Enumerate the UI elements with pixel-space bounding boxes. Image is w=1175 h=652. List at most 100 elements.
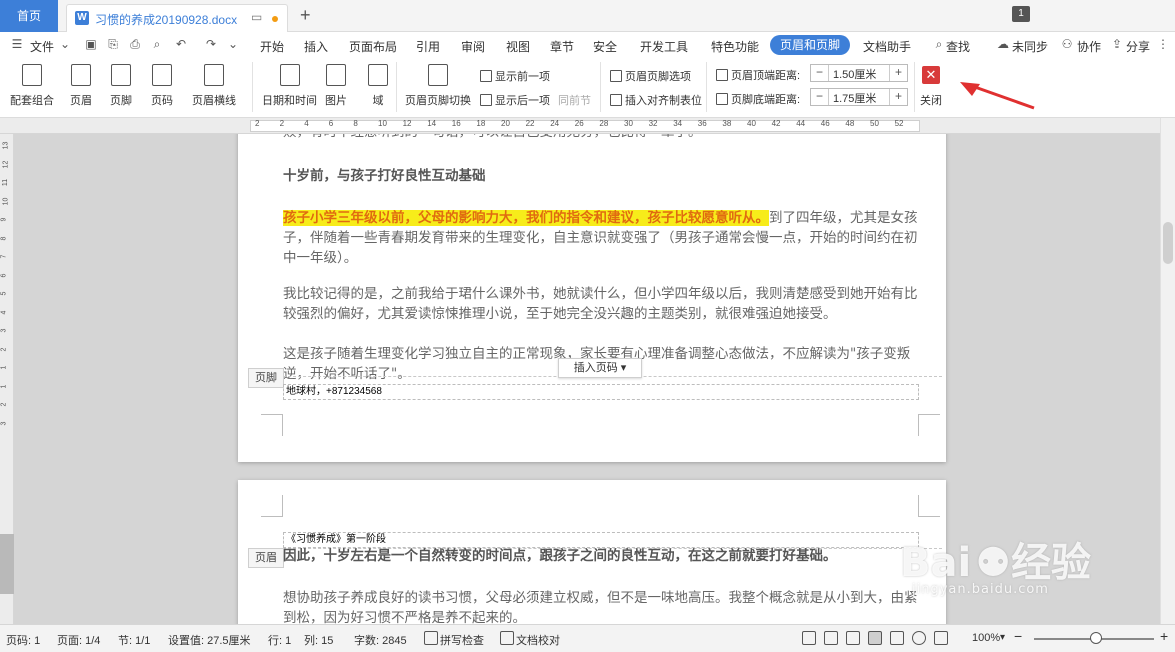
header-button[interactable]: 页眉 — [70, 64, 92, 108]
zoom-out-button[interactable]: − — [1014, 628, 1022, 644]
page-1[interactable]: 败，有时不经意听到的一句话，可以让自己受用无穷，也比得一辈子。 十岁前，与孩子打… — [238, 134, 946, 462]
proof-button[interactable]: 文档校对 — [516, 632, 560, 648]
status-col[interactable]: 列: 15 — [304, 632, 333, 648]
cloud-icon[interactable]: ☁ — [996, 37, 1010, 51]
menu-insert[interactable]: 插入 — [304, 38, 328, 55]
picture-button[interactable]: 图片 — [325, 64, 347, 108]
collab-icon[interactable]: ⚇ — [1060, 37, 1074, 51]
switch-header-footer-button[interactable]: 页眉页脚切换 — [405, 64, 471, 108]
vertical-ruler[interactable]: 13 12 11 10 9 8 7 6 5 4 3 2 1 1 2 3 — [0, 134, 14, 624]
status-setting[interactable]: 设置值: 27.5厘米 — [168, 632, 251, 648]
menu-view[interactable]: 视图 — [506, 38, 530, 55]
zoom-in-button[interactable]: + — [1160, 628, 1168, 644]
menu-start[interactable]: 开始 — [260, 38, 284, 55]
margin-corner-mark — [918, 495, 940, 517]
print-preview-icon[interactable]: ⌕ — [150, 37, 164, 51]
page-view-icon[interactable] — [868, 631, 882, 645]
menu-doc-assistant[interactable]: 文档助手 — [863, 38, 911, 55]
export-pdf-icon[interactable]: ⎘ — [106, 37, 120, 51]
footer-button[interactable]: 页脚 — [110, 64, 132, 108]
pen-icon[interactable] — [846, 631, 860, 645]
menu-file[interactable]: 文件 — [30, 38, 54, 55]
same-as-prev-button[interactable]: 同前节 — [558, 92, 591, 108]
fullscreen-icon[interactable] — [802, 631, 816, 645]
zoom-slider-knob[interactable] — [1090, 632, 1102, 644]
header-footer-options-button[interactable]: 页眉页脚选项 — [610, 68, 691, 84]
menu-special[interactable]: 特色功能 — [711, 38, 759, 55]
show-prev-button[interactable]: 显示前一项 — [480, 68, 550, 84]
increment-button[interactable]: + — [889, 89, 907, 105]
footer-content[interactable]: 地球村，+871234568 — [283, 384, 919, 400]
close-header-footer-button[interactable]: ✕ — [922, 66, 940, 84]
highlighted-text[interactable]: 孩子小学三年级以前，父母的影响力大，我们的指令和建议，孩子比较愿意听从。 — [283, 210, 769, 226]
paragraph-bold[interactable]: 因此，十岁左右是一个自然转变的时间点，跟孩子之间的良性互动，在这之前就要打好基础… — [283, 546, 923, 566]
menu-chapter[interactable]: 章节 — [550, 38, 574, 55]
increment-button[interactable]: + — [889, 65, 907, 81]
print-icon[interactable]: ⎙ — [128, 37, 142, 51]
quick-access-more-icon[interactable]: ⌄ — [226, 37, 240, 51]
zoom-level[interactable]: 100% — [972, 632, 1000, 644]
horizontal-ruler[interactable]: 2 2 4 6 8 10 12 14 16 18 20 22 24 26 28 30 32 34 36 38 40 42 4… — [0, 118, 1160, 134]
menu-security[interactable]: 安全 — [593, 38, 617, 55]
status-pages[interactable]: 页面: 1/4 — [57, 632, 100, 648]
spellcheck-button[interactable]: 拼写检查 — [440, 632, 484, 648]
proof-icon[interactable] — [500, 631, 514, 645]
redo-icon[interactable]: ↷ — [204, 37, 218, 51]
preset-combo-button[interactable]: 配套组合 — [10, 64, 54, 108]
search-button[interactable]: 查找 — [946, 38, 970, 55]
undo-icon[interactable]: ↶ — [174, 37, 188, 51]
insert-page-number-button[interactable]: 插入页码 ▾ — [558, 358, 642, 378]
tab-home[interactable]: 首页 — [0, 0, 58, 32]
reading-mode-icon[interactable] — [824, 631, 838, 645]
header-line-button[interactable]: 页眉横线 — [192, 64, 236, 108]
ruler-track[interactable] — [250, 120, 920, 132]
menu-reference[interactable]: 引用 — [416, 38, 440, 55]
save-icon[interactable]: ▣ — [84, 37, 98, 51]
share-icon[interactable]: ⇪ — [1110, 37, 1124, 51]
chevron-down-icon[interactable]: ⌄ — [58, 37, 72, 51]
paragraph[interactable]: 败，有时不经意听到的一句话，可以让自己受用无穷，也比得一辈子。 — [283, 134, 923, 142]
header-top-distance-spinner[interactable]: − 1.50厘米 + — [810, 64, 908, 82]
collab-button[interactable]: 协作 — [1077, 38, 1101, 55]
status-section[interactable]: 节: 1/1 — [118, 632, 150, 648]
footer-bottom-distance-spinner[interactable]: − 1.75厘米 + — [810, 88, 908, 106]
new-tab-button[interactable]: + — [300, 4, 311, 26]
paragraph[interactable]: 想协助孩子养成良好的读书习惯，父母必须建立权威，但不是一味地高压。我整个概念就是… — [283, 588, 923, 624]
window-count-badge[interactable]: 1 — [1012, 6, 1030, 22]
write-mode-icon[interactable] — [934, 631, 948, 645]
scrollbar-thumb[interactable] — [1163, 222, 1173, 264]
page-2[interactable]: 《习惯养成》第一阶段 页眉 因此，十岁左右是一个自然转变的时间点，跟孩子之间的良… — [238, 480, 946, 624]
search-icon[interactable]: ⌕ — [932, 37, 946, 51]
menu-page-layout[interactable]: 页面布局 — [349, 38, 397, 55]
menu-header-footer[interactable]: 页眉和页脚 — [770, 35, 850, 55]
status-page[interactable]: 页码: 1 — [6, 632, 40, 648]
show-next-button[interactable]: 显示后一项 — [480, 92, 550, 108]
section-heading[interactable]: 十岁前，与孩子打好良性互动基础 — [283, 166, 923, 186]
tab-document[interactable]: W 习惯的养成20190928.docx ▭ — [66, 4, 288, 32]
decrement-button[interactable]: − — [811, 65, 829, 81]
monitor-icon[interactable]: ▭ — [251, 10, 262, 24]
ruler-tick-label: 42 — [771, 119, 781, 128]
vertical-scrollbar[interactable] — [1160, 118, 1175, 624]
close-label[interactable]: 关闭 — [920, 92, 942, 108]
status-words[interactable]: 字数: 2845 — [354, 632, 407, 648]
sync-status[interactable]: 未同步 — [1012, 38, 1048, 55]
insert-align-tab-button[interactable]: 插入对齐制表位 — [610, 92, 702, 108]
share-button[interactable]: 分享 — [1126, 38, 1150, 55]
ruler-tick-label: 26 — [574, 119, 584, 128]
field-button[interactable]: 域 — [368, 64, 388, 108]
spellcheck-icon[interactable] — [424, 631, 438, 645]
more-icon[interactable]: ⋮ — [1156, 37, 1170, 51]
zoom-dropdown-icon[interactable]: ▾ — [1000, 632, 1005, 643]
status-row[interactable]: 行: 1 — [268, 632, 291, 648]
web-view-icon[interactable] — [912, 631, 926, 645]
decrement-button[interactable]: − — [811, 89, 829, 105]
datetime-button[interactable]: 日期和时间 — [262, 64, 317, 108]
outline-view-icon[interactable] — [890, 631, 904, 645]
paragraph-highlighted[interactable]: 孩子小学三年级以前，父母的影响力大，我们的指令和建议，孩子比较愿意听从。到了四年… — [283, 208, 923, 268]
hamburger-icon[interactable]: ☰ — [10, 37, 24, 51]
menu-dev-tools[interactable]: 开发工具 — [640, 38, 688, 55]
paragraph[interactable]: 我比较记得的是，之前我给于珺什么课外书，她就读什么，但小学四年级以后，我则清楚感… — [283, 284, 923, 324]
menu-review[interactable]: 审阅 — [461, 38, 485, 55]
page-number-button[interactable]: 页码 — [151, 64, 173, 108]
